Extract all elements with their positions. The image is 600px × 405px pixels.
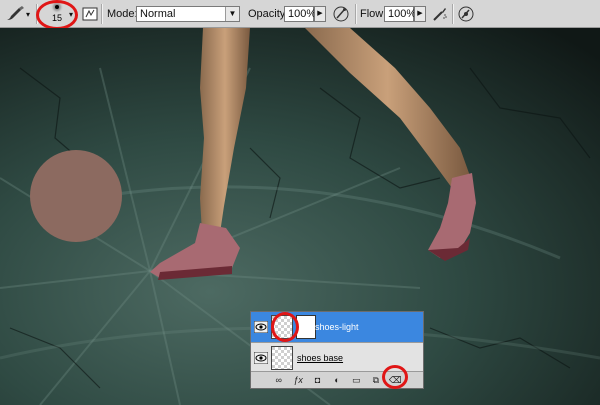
- layer-name[interactable]: shoes-light: [315, 322, 359, 332]
- opacity-slider-button[interactable]: ▶: [314, 6, 326, 22]
- flow-slider-button[interactable]: ▶: [414, 6, 426, 22]
- brush-size-value: 15: [51, 13, 62, 23]
- tool-preset-arrow-icon[interactable]: ▾: [26, 0, 30, 28]
- visibility-eye-icon[interactable]: [254, 321, 268, 333]
- opacity-label: Opacity:: [248, 8, 289, 20]
- add-mask-icon[interactable]: ◘: [312, 374, 324, 386]
- options-bar: ▾ 15 ▾ Mode: Normal ▼ Opacity: 100% ▶ Fl…: [0, 0, 600, 30]
- brush-tool-icon[interactable]: [4, 0, 26, 28]
- link-layers-icon[interactable]: ∞: [273, 374, 285, 386]
- layer-thumbnail[interactable]: [271, 346, 293, 370]
- pressure-size-icon[interactable]: [457, 5, 475, 23]
- opacity-input[interactable]: 100%: [284, 6, 316, 22]
- toolbar-divider: [355, 4, 357, 24]
- document-canvas[interactable]: shoes-light shoes base ∞ ƒx ◘ ◐ ▭ ⧉ ⌫: [0, 28, 600, 405]
- chevron-down-icon: ▼: [225, 7, 239, 21]
- brush-tip-icon: [55, 5, 59, 9]
- airbrush-icon[interactable]: [431, 5, 449, 23]
- mode-value: Normal: [140, 8, 176, 20]
- mode-dropdown[interactable]: Normal ▼: [136, 6, 240, 22]
- flow-label: Flow:: [360, 8, 387, 20]
- new-layer-icon[interactable]: ⧉: [370, 374, 382, 386]
- layers-panel: shoes-light shoes base ∞ ƒx ◘ ◐ ▭ ⧉ ⌫: [250, 311, 424, 389]
- layer-thumbnail[interactable]: [271, 315, 293, 339]
- adjustment-layer-icon[interactable]: ◐: [331, 374, 343, 386]
- toolbar-divider: [101, 4, 103, 24]
- brushes-panel-icon[interactable]: [82, 0, 98, 28]
- layer-name[interactable]: shoes base: [297, 353, 343, 363]
- toolbar-divider: [36, 4, 38, 24]
- delete-layer-trash-icon[interactable]: ⌫: [389, 374, 402, 386]
- layer-row-shoes-light[interactable]: shoes-light: [251, 312, 423, 342]
- layer-style-fx-icon[interactable]: ƒx: [292, 374, 304, 386]
- layer-row-shoes-base[interactable]: shoes base: [251, 342, 423, 372]
- mode-label: Mode:: [107, 8, 138, 20]
- layers-panel-footer: ∞ ƒx ◘ ◐ ▭ ⧉ ⌫: [251, 372, 423, 388]
- toolbar-divider: [452, 4, 454, 24]
- flow-input[interactable]: 100%: [384, 6, 416, 22]
- visibility-eye-icon[interactable]: [254, 352, 268, 364]
- pressure-opacity-icon[interactable]: [332, 5, 350, 23]
- new-group-folder-icon[interactable]: ▭: [350, 374, 362, 386]
- layer-mask-thumbnail[interactable]: [296, 315, 316, 339]
- brush-preset-picker[interactable]: 15: [44, 2, 70, 26]
- brush-preset-arrow-icon[interactable]: ▾: [69, 0, 73, 28]
